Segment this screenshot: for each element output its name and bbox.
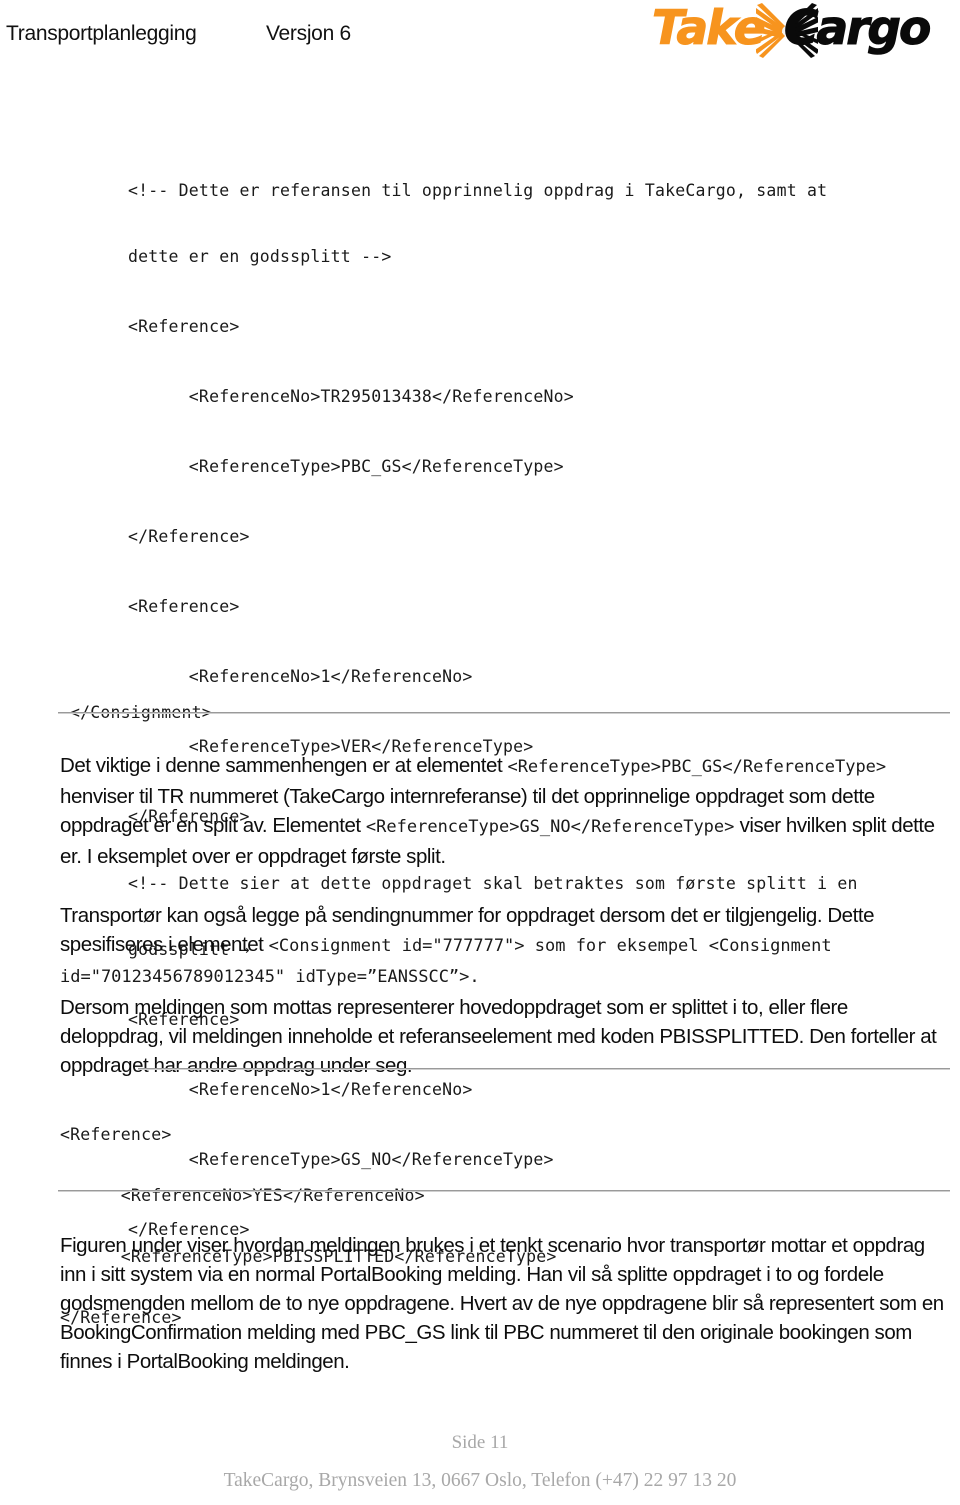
code-line: <ReferenceType>PBC_GS</ReferenceType> bbox=[128, 457, 564, 476]
page-header: Transportplanlegging Versjon 6 Take Carg… bbox=[0, 0, 960, 92]
code-line: dette er en godssplitt --> bbox=[128, 247, 392, 266]
section-divider-middle bbox=[138, 1068, 950, 1070]
code-line: <!-- Dette sier at dette oppdraget skal … bbox=[128, 874, 858, 893]
code-line: <ReferenceNo>1</ReferenceNo> bbox=[128, 667, 473, 686]
code-line: <Reference> bbox=[128, 317, 240, 336]
inline-code-gs-no: <ReferenceType>GS_NO</ReferenceType> bbox=[365, 816, 735, 837]
header-version-label: Versjon 6 bbox=[266, 22, 351, 45]
code-line: <Reference> bbox=[60, 1125, 172, 1144]
inline-code-pbc-gs: <ReferenceType>PBC_GS</ReferenceType> bbox=[507, 756, 887, 777]
section-divider-bottom bbox=[58, 1190, 950, 1192]
takecargo-logo: Take Cargo bbox=[651, 1, 952, 60]
logo-word-cargo: Cargo bbox=[783, 1, 931, 56]
paragraph-consignment-id: Transportør kan også legge på sendingnum… bbox=[60, 901, 952, 992]
paragraph-pbissplitted: Dersom meldingen som mottas representere… bbox=[60, 995, 937, 1077]
code-line: <ReferenceNo>TR295013438</ReferenceNo> bbox=[128, 387, 574, 406]
code-line: <!-- Dette er referansen til opprinnelig… bbox=[128, 181, 828, 200]
paragraph-scenario-description: Figuren under viser hvordan meldingen br… bbox=[60, 1233, 944, 1373]
code-line: <Reference> bbox=[128, 597, 240, 616]
section-divider-top bbox=[58, 712, 950, 714]
paragraph-text-segment: Det viktige i denne sammenhengen er at e… bbox=[60, 753, 508, 777]
code-line: <ReferenceNo>YES</ReferenceNo> bbox=[60, 1186, 425, 1205]
footer-company-address: TakeCargo, Brynsveien 13, 0667 Oslo, Tel… bbox=[223, 1470, 737, 1491]
code-line: </Reference> bbox=[128, 527, 250, 546]
paragraph-reference-explanation: Det viktige i denne sammenhengen er at e… bbox=[60, 751, 952, 871]
logo-word-take: Take bbox=[651, 1, 766, 56]
footer-page-number: Side 11 bbox=[451, 1432, 509, 1453]
xml-code-closing-consignment: </Consignment> bbox=[70, 665, 212, 741]
header-document-title: Transportplanlegging bbox=[6, 22, 197, 45]
